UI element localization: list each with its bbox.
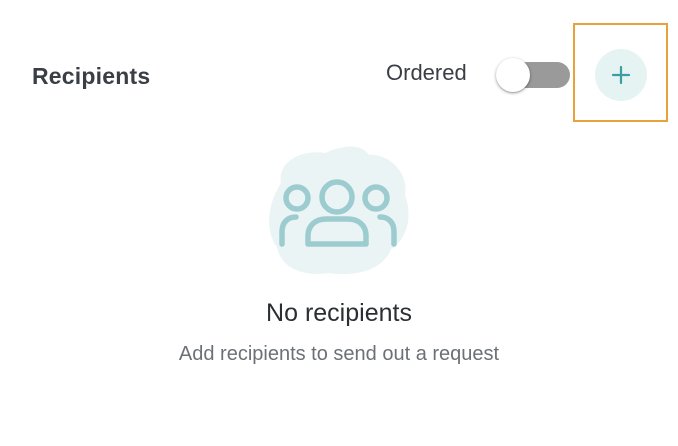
ordered-toggle-label: Ordered	[386, 60, 467, 85]
plus-icon	[611, 65, 631, 85]
empty-state-subtitle: Add recipients to send out a request	[178, 343, 500, 365]
add-recipient-button[interactable]	[595, 49, 647, 101]
empty-state-illustration	[263, 143, 413, 279]
recipients-panel: Recipients Ordered No recipients Add rec…	[0, 0, 678, 446]
empty-state-title: No recipients	[266, 299, 412, 327]
section-title: Recipients	[32, 63, 151, 89]
toggle-knob	[496, 58, 530, 92]
ordered-toggle[interactable]	[496, 58, 570, 92]
